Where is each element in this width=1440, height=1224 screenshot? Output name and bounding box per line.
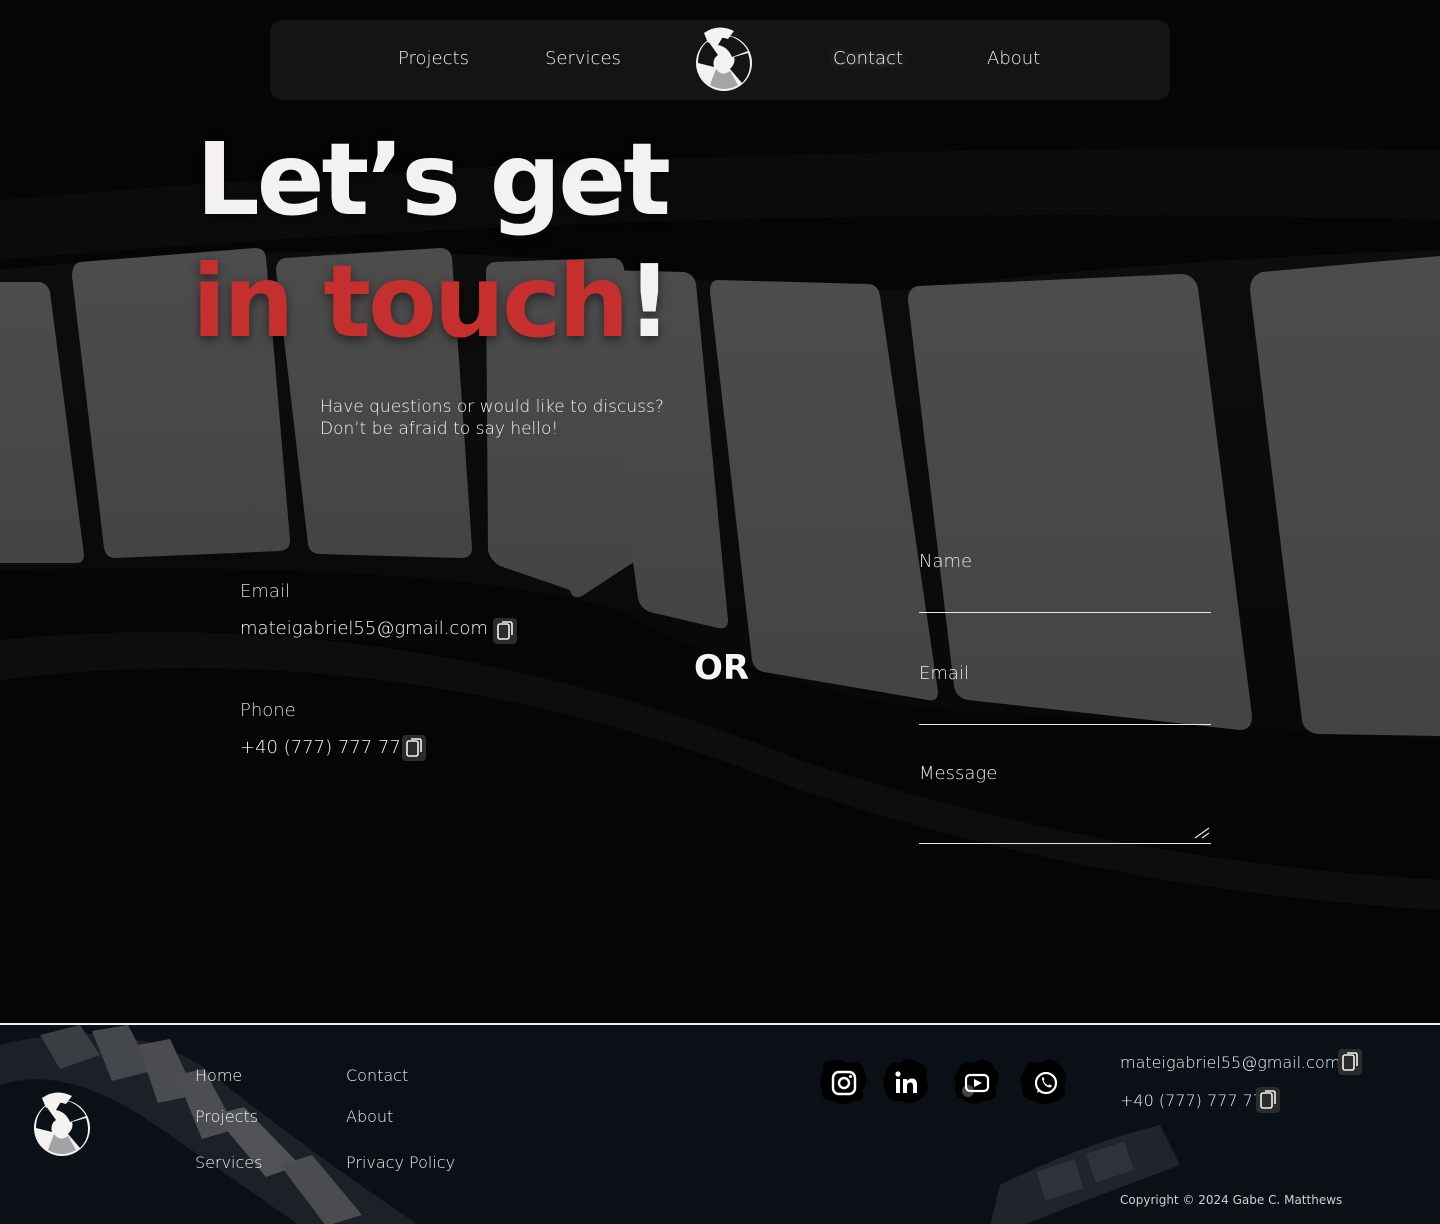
- whatsapp-icon[interactable]: [1018, 1055, 1070, 1107]
- name-label: Name: [919, 551, 973, 572]
- or-divider: OR: [694, 648, 750, 688]
- copy-icon: [406, 738, 422, 757]
- copy-icon: [1342, 1052, 1358, 1071]
- hero-title-line2: in touch!: [192, 243, 672, 360]
- nav-link-projects[interactable]: Projects: [398, 48, 469, 69]
- nav-link-about[interactable]: About: [987, 48, 1040, 69]
- footer-copy-phone-button[interactable]: [1256, 1087, 1280, 1113]
- footer: Home Projects Services Contact About Pri…: [0, 1023, 1440, 1224]
- copy-phone-button[interactable]: [402, 735, 426, 761]
- hero-title-highlight: in touch: [192, 243, 629, 360]
- footer-link-services[interactable]: Services: [195, 1153, 262, 1172]
- hero-title-line1: Let’s get: [196, 121, 671, 238]
- copy-icon: [497, 621, 513, 640]
- hero-subtitle-line1: Have questions or would like to discuss?: [320, 397, 664, 417]
- name-field[interactable]: [919, 580, 1211, 613]
- nav-link-contact[interactable]: Contact: [833, 48, 903, 69]
- top-navigation: Projects Services Contact About: [270, 20, 1170, 100]
- phone-value[interactable]: +40 (777) 777 777: [240, 737, 412, 758]
- email-field[interactable]: [919, 692, 1211, 725]
- message-label: Message: [919, 763, 998, 784]
- footer-link-projects[interactable]: Projects: [195, 1107, 258, 1126]
- instagram-icon[interactable]: [818, 1055, 870, 1107]
- hero-title-exclamation: !: [626, 243, 672, 360]
- form-email-label: Email: [919, 663, 969, 684]
- copyright-text: Copyright © 2024 Gabe C. Matthews: [1120, 1193, 1343, 1207]
- email-value[interactable]: mateigabriel55@gmail.com: [240, 618, 488, 639]
- message-field[interactable]: [919, 792, 1211, 844]
- resize-handle-icon[interactable]: [1193, 826, 1211, 840]
- nav-link-services[interactable]: Services: [545, 48, 621, 69]
- linkedin-icon[interactable]: [880, 1055, 932, 1107]
- footer-link-about[interactable]: About: [346, 1107, 393, 1126]
- footer-email[interactable]: mateigabriel55@gmail.com: [1120, 1053, 1340, 1072]
- footer-link-privacy-policy[interactable]: Privacy Policy: [346, 1153, 455, 1172]
- email-label: Email: [240, 581, 290, 602]
- hero-subtitle: Have questions or would like to discuss?…: [320, 396, 664, 440]
- footer-link-contact[interactable]: Contact: [346, 1066, 408, 1085]
- footer-copy-email-button[interactable]: [1338, 1049, 1362, 1075]
- footer-aperture-logo-icon[interactable]: [32, 1091, 92, 1159]
- phone-label: Phone: [240, 700, 296, 721]
- footer-phone[interactable]: +40 (777) 777 777: [1120, 1091, 1273, 1110]
- copy-email-button[interactable]: [493, 618, 517, 644]
- hero-subtitle-line2: Don’t be afraid to say hello!: [320, 419, 559, 439]
- copy-icon: [1260, 1090, 1276, 1109]
- footer-link-home[interactable]: Home: [195, 1066, 242, 1085]
- aperture-logo-icon[interactable]: [694, 27, 754, 93]
- youtube-icon[interactable]: [950, 1055, 1002, 1107]
